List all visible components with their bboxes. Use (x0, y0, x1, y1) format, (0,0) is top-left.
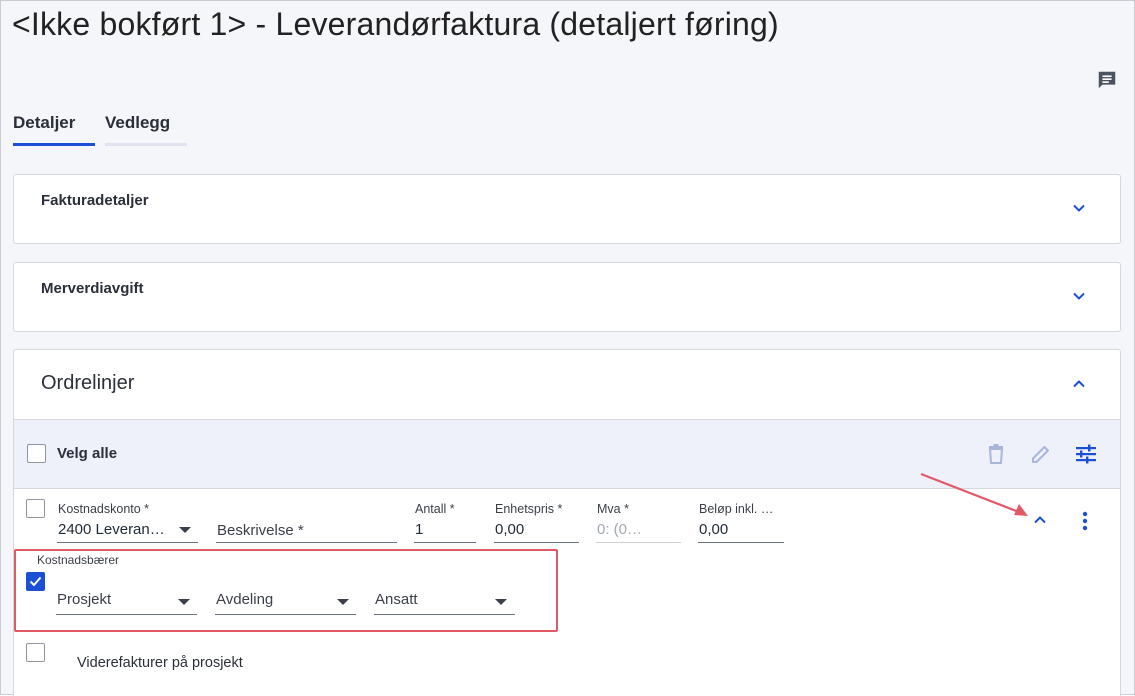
field-underline (216, 542, 397, 543)
tab-label: Vedlegg (105, 113, 171, 132)
field-label: Antall * (415, 502, 455, 516)
field-label: Kostnadskonto * (58, 502, 150, 516)
field-underline (215, 614, 356, 615)
delete-icon[interactable] (984, 442, 1008, 466)
viderefakturer-label: Viderefakturer på prosjekt (77, 655, 243, 671)
field-underline (56, 614, 197, 615)
field-value: 1 (415, 521, 424, 538)
field-underline (57, 542, 198, 543)
field-underline (494, 542, 579, 543)
page-title: <Ikke bokført 1> - Leverandørfaktura (de… (12, 6, 779, 42)
section-title: Fakturadetaljer (41, 192, 149, 209)
annotation-arrow (920, 472, 1028, 516)
dropdown-arrow-icon (178, 599, 190, 605)
field-underline (596, 542, 681, 543)
check-icon (29, 576, 42, 587)
dropdown-placeholder: Prosjekt (57, 591, 112, 608)
select-all-label: Velg alle (57, 445, 118, 462)
dropdown-arrow-icon (337, 599, 349, 605)
section-merverdiavgift[interactable]: Merverdiavgift (13, 262, 1121, 332)
tab-vedlegg[interactable]: Vedlegg (105, 113, 187, 146)
field-value: 0,00 (495, 521, 525, 538)
field-value: 0,00 (699, 521, 729, 538)
app-frame: <Ikke bokført 1> - Leverandørfaktura (de… (0, 0, 1135, 696)
tab-label: Detaljer (13, 113, 76, 132)
dropdown-placeholder: Ansatt (375, 591, 418, 608)
section-title: Ordrelinjer (41, 372, 135, 394)
select-all-checkbox[interactable] (27, 444, 46, 463)
more-vert-icon[interactable] (1082, 511, 1088, 531)
field-underline (374, 614, 515, 615)
dropdown-arrow-icon (495, 599, 507, 605)
field-label: Beløp inkl. … (699, 502, 774, 516)
field-label: Enhetspris * (495, 502, 563, 516)
chevron-down-icon[interactable] (1072, 289, 1086, 303)
line-select-checkbox[interactable] (26, 499, 45, 518)
field-label: Mva * (597, 502, 629, 516)
field-placeholder: Beskrivelse * (217, 522, 304, 539)
section-title: Merverdiavgift (41, 280, 144, 297)
kostnadsbaerer-checkbox[interactable] (26, 572, 45, 591)
tab-detaljer[interactable]: Detaljer (13, 113, 95, 146)
chevron-up-icon[interactable] (1072, 377, 1086, 391)
dropdown-placeholder: Avdeling (216, 591, 274, 608)
field-underline (414, 542, 476, 543)
section-fakturadetaljer[interactable]: Fakturadetaljer (13, 174, 1121, 244)
kostnadsbaerer-label: Kostnadsbærer (37, 553, 120, 567)
viderefakturer-checkbox[interactable] (26, 643, 45, 662)
field-value: 0: (0… (597, 521, 643, 538)
field-value: 2400 Leveran… (58, 521, 165, 538)
tune-icon[interactable] (1074, 442, 1098, 466)
edit-icon[interactable] (1029, 442, 1053, 466)
comment-icon[interactable] (1096, 69, 1118, 91)
dropdown-arrow-icon (179, 527, 191, 533)
field-underline (698, 542, 784, 543)
active-tab-indicator (13, 143, 95, 146)
chevron-down-icon[interactable] (1072, 201, 1086, 215)
tab-indicator (105, 143, 187, 146)
